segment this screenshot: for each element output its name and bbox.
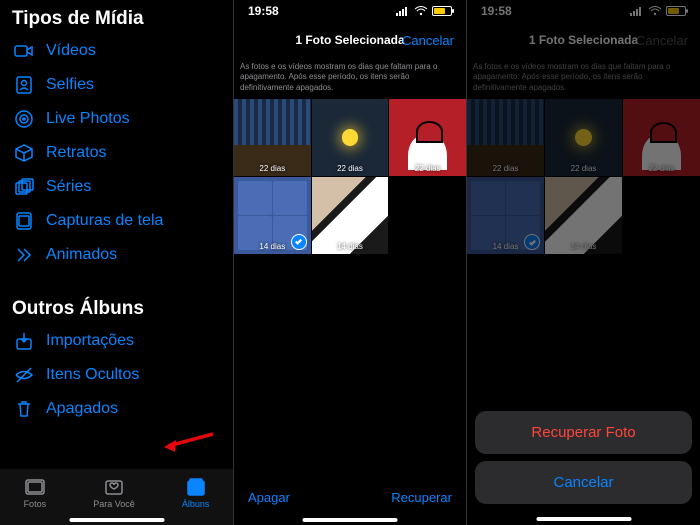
- album-label: Selfies: [46, 76, 94, 94]
- nav-header: 1 Foto Selecionada Cancelar: [234, 22, 466, 58]
- album-item-itens-ocultos[interactable]: Itens Ocultos: [0, 358, 233, 392]
- photo-thumb[interactable]: 22 dias: [545, 99, 622, 176]
- wifi-icon: [414, 6, 428, 16]
- album-label: Vídeos: [46, 42, 96, 60]
- status-bar: 19:58: [234, 0, 466, 22]
- signal-icon: [396, 6, 410, 16]
- days-label: 22 dias: [337, 164, 363, 173]
- trash-icon: [14, 399, 34, 419]
- days-label: 22 dias: [493, 164, 519, 173]
- battery-icon: [432, 6, 452, 16]
- portrait-icon: [14, 143, 34, 163]
- home-indicator[interactable]: [303, 518, 398, 522]
- tab-for-you[interactable]: Para Você: [93, 477, 135, 509]
- album-item-séries[interactable]: Séries: [0, 170, 233, 204]
- days-label: 14 dias: [493, 242, 519, 251]
- album-label: Séries: [46, 178, 91, 196]
- photo-thumb[interactable]: 22 dias: [389, 99, 466, 176]
- home-indicator[interactable]: [536, 517, 631, 521]
- section-media-types: Tipos de Mídia: [0, 0, 233, 34]
- tab-bar: Fotos Para Você Álbuns: [0, 469, 233, 525]
- tab-albums[interactable]: Álbuns: [182, 477, 210, 509]
- deleted-action-sheet-screen: 19:58 1 Foto Selecionada Cancelar As fot…: [466, 0, 700, 525]
- days-label: 14 dias: [571, 242, 597, 251]
- photo-grid: 22 dias 22 dias 22 dias 14 dias 14 dias: [234, 99, 466, 253]
- days-label: 22 dias: [259, 164, 285, 173]
- photos-icon: [24, 477, 46, 497]
- album-label: Apagados: [46, 400, 118, 418]
- battery-icon: [666, 6, 686, 16]
- live-icon: [14, 109, 34, 129]
- album-item-selfies[interactable]: Selfies: [0, 68, 233, 102]
- video-icon: [14, 41, 34, 61]
- album-item-apagados[interactable]: Apagados: [0, 392, 233, 426]
- album-item-importações[interactable]: Importações: [0, 324, 233, 358]
- selected-check-icon: [291, 234, 307, 250]
- photo-thumb[interactable]: 14 dias: [467, 177, 544, 254]
- days-label: 22 dias: [571, 164, 597, 173]
- sheet-cancel-button[interactable]: Cancelar: [475, 461, 692, 504]
- wifi-icon: [648, 6, 662, 16]
- signal-icon: [630, 6, 644, 16]
- photo-thumb[interactable]: 22 dias: [312, 99, 389, 176]
- days-label: 22 dias: [649, 164, 675, 173]
- album-item-capturas-de-tela[interactable]: Capturas de tela: [0, 204, 233, 238]
- info-text: As fotos e os vídeos mostram os dias que…: [467, 58, 700, 99]
- tab-photos[interactable]: Fotos: [24, 477, 47, 509]
- photo-thumb[interactable]: 22 dias: [623, 99, 700, 176]
- photo-thumb[interactable]: 22 dias: [467, 99, 544, 176]
- album-label: Animados: [46, 246, 117, 264]
- photo-thumb[interactable]: 14 dias: [312, 177, 389, 254]
- animated-icon: [14, 245, 34, 265]
- days-label: 22 dias: [415, 164, 441, 173]
- album-item-vídeos[interactable]: Vídeos: [0, 34, 233, 68]
- hidden-icon: [14, 365, 34, 385]
- header-title: 1 Foto Selecionada: [529, 33, 638, 47]
- recover-photo-button[interactable]: Recuperar Foto: [475, 411, 692, 454]
- albums-screen: Tipos de Mídia Vídeos Selfies Live Photos R…: [0, 0, 233, 525]
- action-sheet: Recuperar Foto Cancelar: [467, 403, 700, 525]
- days-label: 14 dias: [337, 242, 363, 251]
- annotation-arrow: [160, 432, 215, 454]
- section-other-albums: Outros Álbuns: [0, 290, 233, 324]
- photo-grid: 22 dias 22 dias 22 dias 14 dias 14 dias: [467, 99, 700, 254]
- delete-button[interactable]: Apagar: [248, 490, 290, 505]
- album-label: Capturas de tela: [46, 212, 163, 230]
- album-item-retratos[interactable]: Retratos: [0, 136, 233, 170]
- albums-icon: [185, 477, 207, 497]
- header-title: 1 Foto Selecionada: [295, 33, 404, 47]
- recover-button[interactable]: Recuperar: [391, 490, 452, 505]
- screenshot-icon: [14, 211, 34, 231]
- cancel-button[interactable]: Cancelar: [402, 33, 454, 48]
- status-time: 19:58: [481, 4, 512, 18]
- import-icon: [14, 331, 34, 351]
- album-item-animados[interactable]: Animados: [0, 238, 233, 272]
- deleted-select-screen: 19:58 1 Foto Selecionada Cancelar As fot…: [233, 0, 466, 525]
- album-label: Importações: [46, 332, 134, 350]
- home-indicator[interactable]: [69, 518, 164, 522]
- album-label: Itens Ocultos: [46, 366, 139, 384]
- selfie-icon: [14, 75, 34, 95]
- burst-icon: [14, 177, 34, 197]
- days-label: 14 dias: [259, 242, 285, 251]
- cancel-button: Cancelar: [636, 33, 688, 48]
- nav-header: 1 Foto Selecionada Cancelar: [467, 22, 700, 58]
- status-bar: 19:58: [467, 0, 700, 22]
- album-label: Live Photos: [46, 110, 130, 128]
- photo-thumb[interactable]: 14 dias: [234, 177, 311, 254]
- status-time: 19:58: [248, 4, 279, 18]
- photo-thumb[interactable]: 22 dias: [234, 99, 311, 176]
- album-item-live-photos[interactable]: Live Photos: [0, 102, 233, 136]
- album-label: Retratos: [46, 144, 106, 162]
- for-you-icon: [103, 477, 125, 497]
- photo-thumb[interactable]: 14 dias: [545, 177, 622, 254]
- info-text: As fotos e os vídeos mostram os dias que…: [234, 58, 466, 99]
